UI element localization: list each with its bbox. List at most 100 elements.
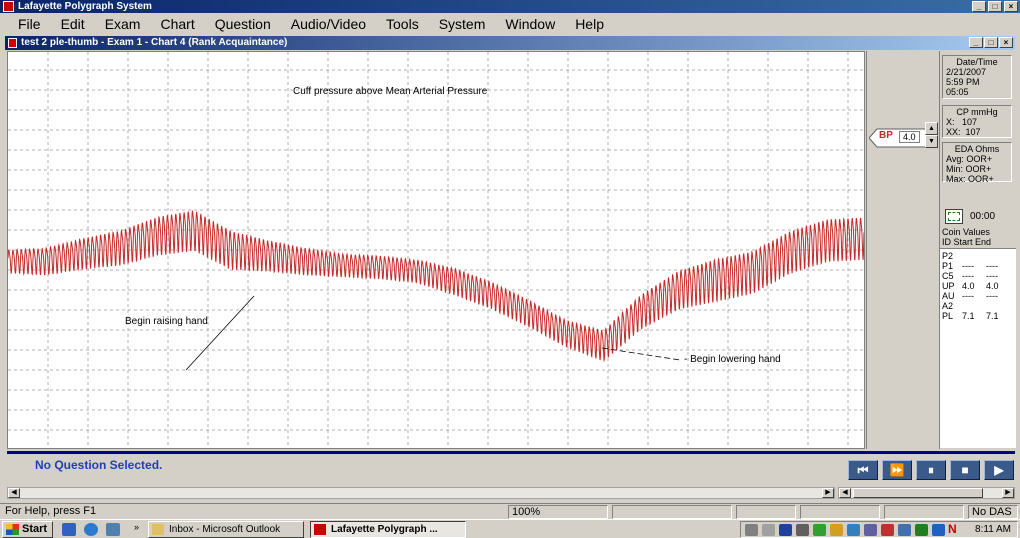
zoom-level: 100% bbox=[508, 505, 608, 519]
eda-max-value: OOR+ bbox=[968, 174, 994, 184]
clock: 8:11 AM bbox=[975, 524, 1011, 535]
system-tray: N 8:11 AM bbox=[740, 521, 1018, 538]
menu-edit[interactable]: Edit bbox=[61, 16, 85, 32]
coin-row-start bbox=[962, 301, 986, 311]
coin-row-id: C5 bbox=[942, 271, 954, 281]
play-button[interactable]: ▶ bbox=[984, 460, 1014, 480]
menu-system[interactable]: System bbox=[439, 16, 486, 32]
tray-icon-11[interactable] bbox=[915, 524, 928, 536]
tray-icon-1[interactable] bbox=[745, 524, 758, 536]
chevron-icon[interactable]: » bbox=[134, 522, 139, 532]
tray-n-icon[interactable]: N bbox=[948, 522, 957, 536]
timer: 00:00 bbox=[970, 211, 996, 222]
rewind-button[interactable]: ⏮ bbox=[848, 460, 878, 480]
eda-max-label: Max: bbox=[946, 174, 966, 184]
menu-question[interactable]: Question bbox=[215, 16, 271, 32]
start-label: Start bbox=[22, 523, 48, 535]
stop-icon: ■ bbox=[961, 463, 969, 477]
video-icon[interactable] bbox=[945, 209, 963, 224]
maximize-button[interactable]: □ bbox=[988, 1, 1002, 12]
side-scroll-left-button[interactable]: ◀ bbox=[839, 488, 851, 498]
internet-explorer-icon[interactable] bbox=[84, 523, 98, 536]
tray-icon-6[interactable] bbox=[830, 524, 843, 536]
coin-row-start: 7.1 bbox=[962, 311, 975, 321]
bp-channel-value[interactable]: 4.0 bbox=[899, 131, 920, 143]
raise-pointer-line bbox=[185, 295, 255, 371]
scroll-right-button[interactable]: ▶ bbox=[822, 488, 834, 498]
coin-row: PL 7.1 7.1 bbox=[942, 311, 1014, 321]
status-bar: For Help, press F1 100% No DAS bbox=[0, 503, 1020, 519]
menu-window[interactable]: Window bbox=[505, 16, 555, 32]
start-button[interactable]: Start bbox=[2, 521, 53, 538]
cp-title: CP mmHg bbox=[956, 107, 998, 117]
cuff-annotation: Cuff pressure above Mean Arterial Pressu… bbox=[293, 86, 488, 97]
pause-button[interactable]: ⏸ bbox=[916, 460, 946, 480]
transport-controls: ⏮ ⏩ ⏸ ■ ▶ bbox=[848, 460, 1014, 480]
chart-close-button[interactable]: × bbox=[999, 37, 1013, 48]
side-scroll-right-button[interactable]: ▶ bbox=[1002, 488, 1014, 498]
bp-spinner[interactable]: ▲ ▼ bbox=[925, 122, 938, 148]
tray-icon-5[interactable] bbox=[813, 524, 826, 536]
lower-annotation: - Begin lowering hand bbox=[684, 354, 781, 365]
close-button[interactable]: × bbox=[1004, 1, 1018, 12]
menu-file[interactable]: File bbox=[18, 16, 41, 32]
coin-row-end bbox=[986, 301, 1010, 311]
coin-row-start: 4.0 bbox=[962, 281, 975, 291]
chart-scrollbar[interactable]: ◀ ▶ bbox=[7, 487, 835, 499]
outlook-icon bbox=[152, 524, 164, 535]
tray-icon-12[interactable] bbox=[932, 524, 945, 536]
scroll-left-button[interactable]: ◀ bbox=[8, 488, 20, 498]
channel-panel: BP 4.0 ▲ ▼ bbox=[866, 51, 938, 449]
datetime-time: 5:59 PM bbox=[946, 77, 980, 87]
task-outlook[interactable]: Inbox - Microsoft Outlook bbox=[148, 521, 304, 538]
raise-annotation: Begin raising hand bbox=[125, 316, 208, 327]
menu-chart[interactable]: Chart bbox=[160, 16, 194, 32]
play-icon: ▶ bbox=[994, 463, 1004, 477]
chart-window-title-bar: test 2 ple-thumb - Exam 1 - Chart 4 (Ran… bbox=[5, 36, 1015, 50]
menu-exam[interactable]: Exam bbox=[105, 16, 141, 32]
menu-help[interactable]: Help bbox=[575, 16, 604, 32]
chart-window-title: test 2 ple-thumb - Exam 1 - Chart 4 (Ran… bbox=[21, 37, 288, 48]
coin-table-header: ID Start End bbox=[942, 237, 992, 247]
menu-audio-video[interactable]: Audio/Video bbox=[291, 16, 366, 32]
menu-bar: File Edit Exam Chart Question Audio/Vide… bbox=[0, 13, 1020, 34]
minimize-button[interactable]: _ bbox=[972, 1, 986, 12]
tray-icon-10[interactable] bbox=[898, 524, 911, 536]
side-scroll-thumb[interactable] bbox=[853, 488, 983, 498]
help-text: For Help, press F1 bbox=[5, 505, 97, 517]
chart-window-icon bbox=[8, 38, 17, 48]
task-polygraph[interactable]: Lafayette Polygraph ... bbox=[310, 521, 466, 538]
datetime-date: 2/21/2007 bbox=[946, 67, 987, 77]
bp-trace bbox=[8, 209, 864, 363]
tray-icon-3[interactable] bbox=[779, 524, 792, 536]
coin-row: P1 ---- ---- bbox=[942, 261, 1014, 271]
tray-icon-4[interactable] bbox=[796, 524, 809, 536]
menu-tools[interactable]: Tools bbox=[386, 16, 419, 32]
coin-row: AU ---- ---- bbox=[942, 291, 1014, 301]
chart-window-controls: _ □ × bbox=[969, 37, 1013, 48]
coin-row-id: UP bbox=[942, 281, 955, 291]
stop-button[interactable]: ■ bbox=[950, 460, 980, 480]
pause-icon: ⏸ bbox=[927, 462, 934, 477]
fast-forward-button[interactable]: ⏩ bbox=[882, 460, 912, 480]
coin-row: A2 bbox=[942, 301, 1014, 311]
cp-box: CP mmHg X: 107 XX: 107 bbox=[942, 105, 1012, 138]
tray-icon-2[interactable] bbox=[762, 524, 775, 536]
taskbar: Start » Inbox - Microsoft Outlook Lafaye… bbox=[0, 519, 1020, 538]
chart-maximize-button[interactable]: □ bbox=[984, 37, 998, 48]
show-desktop-icon[interactable] bbox=[62, 523, 76, 536]
chart-minimize-button[interactable]: _ bbox=[969, 37, 983, 48]
eda-box: EDA Ohms Avg: OOR+ Min: OOR+ Max: OOR+ bbox=[942, 142, 1012, 184]
spin-down-button[interactable]: ▼ bbox=[925, 135, 938, 148]
outlook-quick-icon[interactable] bbox=[106, 523, 120, 536]
polygraph-chart[interactable]: Cuff pressure above Mean Arterial Pressu… bbox=[7, 51, 865, 449]
spin-up-button[interactable]: ▲ bbox=[925, 122, 938, 135]
side-scrollbar[interactable]: ◀ ▶ bbox=[838, 487, 1015, 499]
coin-row-end: 4.0 bbox=[986, 281, 999, 291]
tray-icon-8[interactable] bbox=[864, 524, 877, 536]
tray-icon-7[interactable] bbox=[847, 524, 860, 536]
coin-row-start: ---- bbox=[962, 291, 974, 301]
tray-icon-9[interactable] bbox=[881, 524, 894, 536]
datetime-elapsed: 05:05 bbox=[946, 87, 969, 97]
cp-x-label: X: bbox=[946, 117, 955, 127]
